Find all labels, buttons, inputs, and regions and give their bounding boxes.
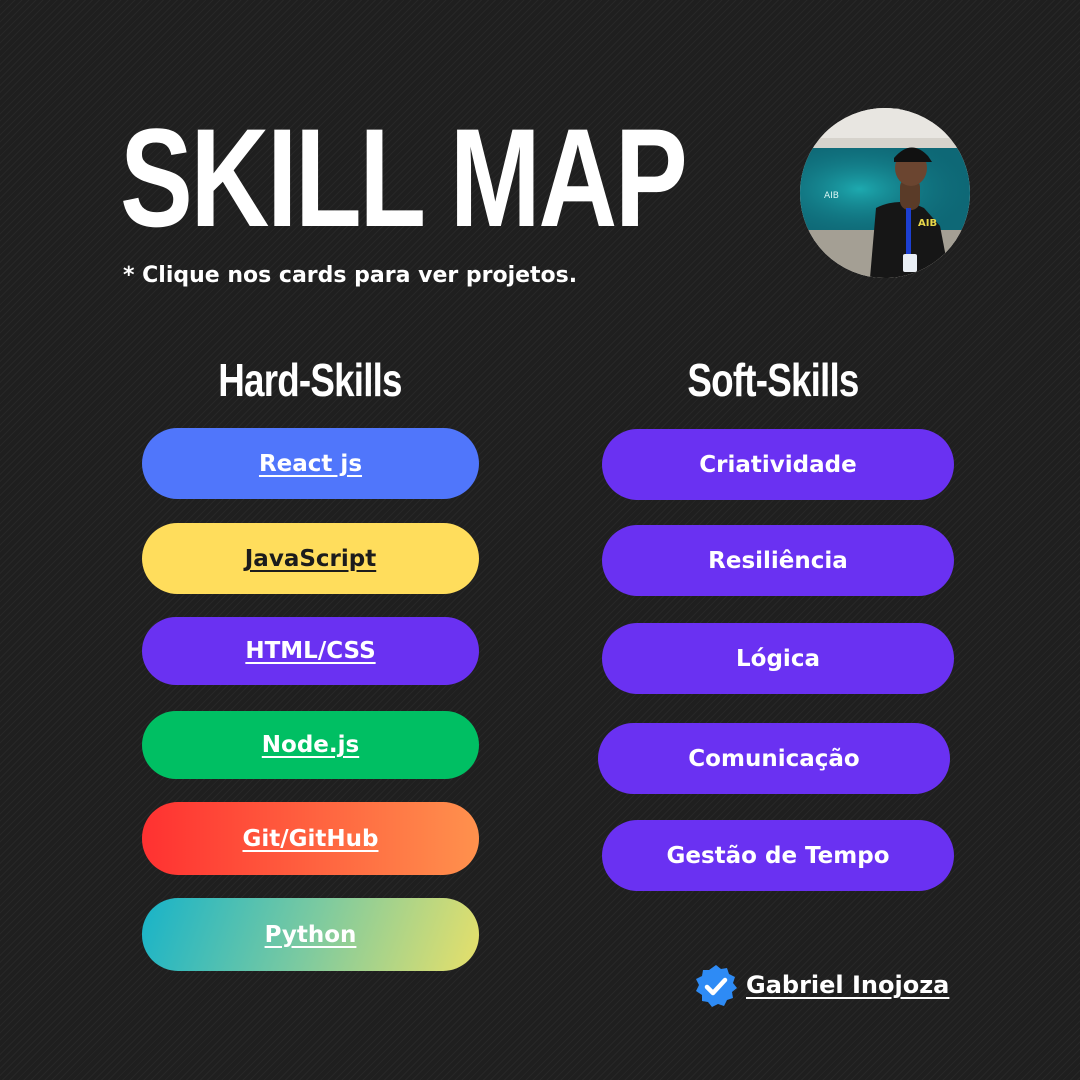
hard-skills-heading: Hard-Skills bbox=[218, 354, 402, 406]
skill-card-python[interactable]: Python bbox=[142, 898, 479, 971]
page-title: SKILL MAP bbox=[120, 99, 688, 256]
avatar: AIB AIB bbox=[800, 108, 970, 278]
author-link[interactable]: Gabriel Inojoza bbox=[746, 968, 949, 1002]
profile-photo: AIB AIB bbox=[800, 108, 970, 278]
skill-card-label: JavaScript bbox=[244, 545, 377, 572]
shirt-logo-text: AIB bbox=[918, 218, 937, 229]
screen-logo-text: AIB bbox=[824, 191, 839, 201]
skill-card-label: Lógica bbox=[736, 645, 820, 672]
skill-card-label: Criatividade bbox=[699, 451, 857, 478]
skill-card-logica[interactable]: Lógica bbox=[602, 623, 954, 694]
skill-card-git-github[interactable]: Git/GitHub bbox=[142, 802, 479, 875]
skill-card-html-css[interactable]: HTML/CSS bbox=[142, 617, 479, 685]
skill-card-label: Node.js bbox=[261, 732, 360, 758]
skill-card-resiliencia[interactable]: Resiliência bbox=[602, 525, 954, 596]
skill-card-label: Python bbox=[264, 921, 357, 948]
verified-check-icon bbox=[693, 963, 739, 1009]
page-subtitle: * Clique nos cards para ver projetos. bbox=[123, 263, 578, 288]
skill-card-javascript[interactable]: JavaScript bbox=[142, 523, 479, 594]
skill-card-comunicacao[interactable]: Comunicação bbox=[598, 723, 950, 794]
skill-card-label: Comunicação bbox=[688, 745, 860, 772]
skill-card-nodejs[interactable]: Node.js bbox=[142, 711, 479, 779]
skill-card-label: Resiliência bbox=[708, 547, 848, 574]
skill-card-label: Git/GitHub bbox=[242, 825, 379, 852]
skill-card-criatividade[interactable]: Criatividade bbox=[602, 429, 954, 500]
skill-card-label: Gestão de Tempo bbox=[666, 842, 890, 869]
skill-card-label: HTML/CSS bbox=[245, 638, 376, 664]
soft-skills-heading: Soft-Skills bbox=[687, 354, 859, 406]
skill-card-label: React js bbox=[258, 450, 363, 477]
skill-card-react[interactable]: React js bbox=[142, 428, 479, 499]
skill-card-gestao-de-tempo[interactable]: Gestão de Tempo bbox=[602, 820, 954, 891]
